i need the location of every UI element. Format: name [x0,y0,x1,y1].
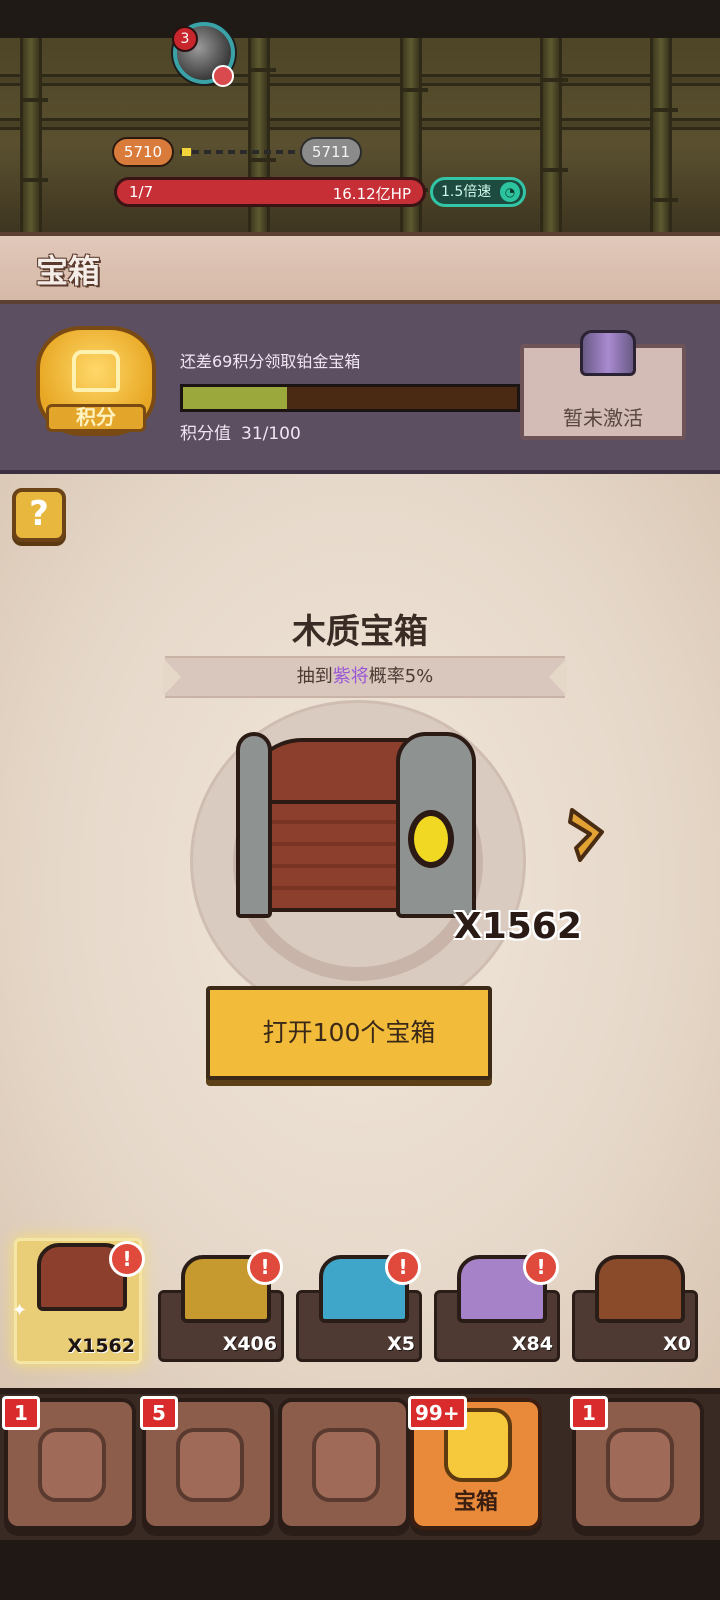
chest-name: 木质宝箱 [292,612,428,652]
bamboo [650,38,678,232]
nav-item[interactable]: 宝箱 99+ [408,1396,542,1530]
nav-badge: 99+ [408,1396,467,1430]
chest-slot[interactable]: X5! [296,1249,422,1362]
lock-chest-icon [72,350,120,392]
speed-button[interactable]: 1.5倍速 ◔ [430,177,526,207]
nav-badge: 1 [2,1396,40,1430]
nav-item[interactable] [278,1398,410,1530]
nav-item[interactable]: 5 [140,1396,274,1530]
speedometer-icon: ◔ [500,182,520,202]
points-panel: 积分 还差69积分领取铂金宝箱 积分值 31/100 暂未激活 [0,304,720,474]
battle-icon [312,1428,380,1502]
nav-item[interactable]: 1 [2,1396,136,1530]
points-badge-label: 积分 [46,404,146,432]
nav-item[interactable]: 1 [570,1396,704,1530]
chest-slot[interactable]: X1562! [14,1238,145,1364]
nav-badge: 5 [140,1396,178,1430]
sparkle-icon: ✦ [12,1300,28,1321]
points-badge[interactable]: 积分 [32,322,160,450]
points-value-row: 积分值 31/100 [180,419,301,444]
points-progress-bar [180,384,520,412]
next-chest-arrow-icon[interactable] [566,804,610,866]
hero-helmet-icon [38,1428,106,1502]
open-chests-button[interactable]: 打开100个宝箱 [206,986,492,1080]
armor-icon [176,1428,244,1502]
platinum-chest-reward[interactable]: 暂未激活 [520,330,686,440]
boss-hp-value: 16.12亿HP [332,185,411,203]
page-header: 宝箱 [0,232,720,304]
points-hint: 还差69积分领取铂金宝箱 [180,352,361,371]
probability-suffix: 概率5% [368,666,434,687]
stage-progress-dots [180,150,298,154]
chest-slot-icon [595,1255,685,1323]
system-nav-bar [0,1540,720,1600]
current-stage: 5710 [112,137,174,167]
page-title: 宝箱 [36,252,101,290]
boss-hp-bar: 1/7 16.12亿HP [114,177,426,207]
wooden-chest-image[interactable] [236,732,486,922]
mic-icon[interactable] [212,65,234,87]
wooden-chest-band [236,732,272,918]
nav-label: 宝箱 [453,1490,498,1515]
wave-counter: 1/7 [129,183,154,201]
bamboo [540,38,568,232]
chest-slot-count: X84 [511,1333,553,1355]
probability-banner: 抽到紫将概率5% [163,656,567,698]
scroll-map-icon [606,1428,674,1502]
points-progress-fill [183,387,287,409]
fence-rail [0,118,720,130]
platinum-chest-icon [580,330,636,376]
chest-count: X1562 [454,906,582,947]
points-value: 31/100 [241,424,301,444]
avatar-badge: 3 [172,26,198,52]
points-value-label: 积分值 [180,424,231,444]
nav-badge: 1 [570,1396,608,1430]
reward-status: 暂未激活 [563,406,643,430]
status-bar [0,0,720,38]
probability-prefix: 抽到 [296,666,333,687]
chest-slot[interactable]: X0 [572,1255,698,1362]
stage-progress-marker [182,148,191,156]
alert-icon: ! [247,1249,283,1285]
chest-slot-count: X406 [222,1333,277,1355]
chest-slot[interactable]: X84! [434,1249,560,1362]
alert-icon: ! [109,1241,145,1277]
chest-slot-count: X0 [663,1333,691,1355]
fence-rail [0,74,720,86]
next-stage: 5711 [300,137,362,167]
bamboo [20,38,48,232]
chest-selector: X1562! X406! X5! X84! X0 [0,1232,720,1388]
help-button[interactable]: ? [12,488,66,542]
probability-highlight: 紫将 [332,666,369,687]
alert-icon: ! [523,1249,559,1285]
speed-label: 1.5倍速 [441,184,492,200]
chest-slot-count: X1562 [67,1335,135,1357]
chest-slot[interactable]: X406! [158,1249,284,1362]
alert-icon: ! [385,1249,421,1285]
chest-lock-icon [408,810,454,868]
chest-slot-count: X5 [387,1333,415,1355]
